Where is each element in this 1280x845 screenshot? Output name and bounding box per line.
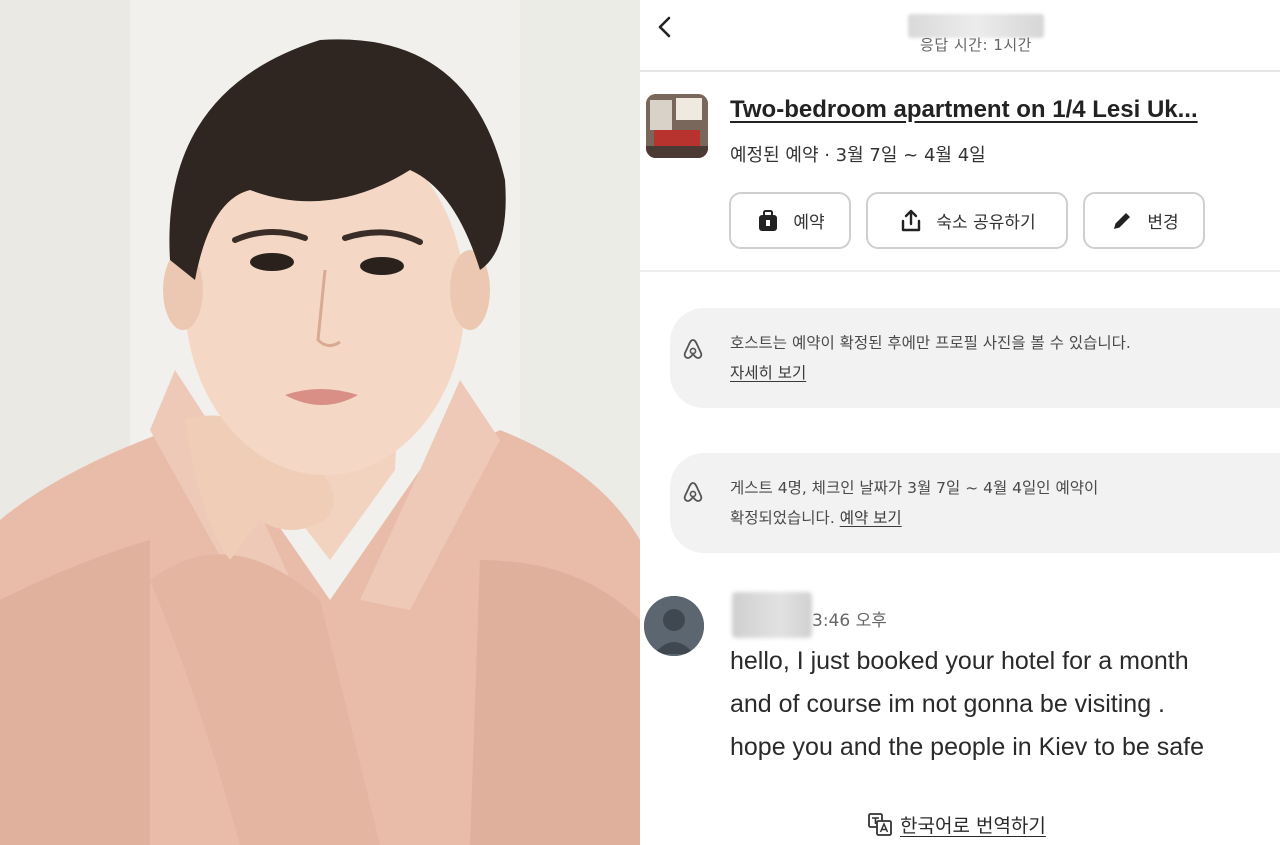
pencil-icon (1114, 212, 1131, 229)
message-body: hello, I just booked your hotel for a mo… (730, 640, 1280, 769)
listing-photo (646, 94, 708, 158)
edit-label: 변경 (1147, 213, 1179, 233)
message-time: 3:46 오후 (812, 611, 887, 631)
share-listing-label: 숙소 공유하기 (936, 213, 1036, 233)
response-time: 응답 시간: 1시간 (920, 36, 1032, 54)
reservation-label: 예약 (793, 213, 825, 233)
chat-screen: 응답 시간: 1시간 Two-bedroom apartment on 1/4 … (640, 0, 1280, 845)
translate-icon (868, 813, 892, 836)
share-listing-button[interactable]: 숙소 공유하기 (866, 192, 1068, 249)
listing-title[interactable]: Two-bedroom apartment on 1/4 Lesi Uk... (730, 96, 1280, 124)
chevron-left-icon (658, 16, 671, 38)
sender-avatar[interactable] (644, 596, 704, 656)
airbnb-logo-icon (683, 339, 703, 359)
listing-thumbnail[interactable] (646, 94, 708, 158)
system-notice-profile-photo: 호스트는 예약이 확정된 후에만 프로필 사진을 볼 수 있습니다. 자세히 보… (670, 308, 1280, 408)
message-line: hello, I just booked your hotel for a mo… (730, 647, 1189, 675)
header-divider (640, 70, 1280, 72)
message-line: hope you and the people in Kiev to be sa… (730, 733, 1204, 761)
sender-name-redacted (732, 592, 812, 638)
translate-label: 한국어로 번역하기 (900, 814, 1046, 837)
airbnb-logo-icon (683, 482, 703, 502)
notice-message: 호스트는 예약이 확정된 후에만 프로필 사진을 볼 수 있습니다. (730, 334, 1131, 352)
learn-more-link[interactable]: 자세히 보기 (730, 364, 806, 382)
share-upload-icon (902, 209, 921, 231)
view-reservation-link[interactable]: 예약 보기 (840, 509, 902, 527)
reservation-button[interactable]: 예약 (729, 192, 851, 249)
notice-text: 게스트 4명, 체크인 날짜가 3월 7일 ~ 4월 4일인 예약이 확정되었습… (730, 473, 1280, 533)
notice-message-line2: 확정되었습니다. (730, 509, 835, 527)
default-user-icon (644, 596, 704, 656)
system-notice-booking-confirmed: 게스트 4명, 체크인 날짜가 3월 7일 ~ 4월 4일인 예약이 확정되었습… (670, 453, 1280, 553)
notice-text: 호스트는 예약이 확정된 후에만 프로필 사진을 볼 수 있습니다. 자세히 보… (730, 328, 1280, 388)
section-divider (640, 270, 1280, 272)
portrait-photo (0, 0, 640, 845)
back-button[interactable] (648, 10, 682, 44)
message-line: and of course im not gonna be visiting . (730, 690, 1165, 718)
reservation-dates: 예정된 예약 · 3월 7일 ~ 4월 4일 (730, 145, 986, 166)
notice-message-line1: 게스트 4명, 체크인 날짜가 3월 7일 ~ 4월 4일인 예약이 (730, 479, 1099, 497)
translate-button[interactable]: 한국어로 번역하기 (866, 810, 1046, 838)
edit-button[interactable]: 변경 (1083, 192, 1205, 249)
suitcase-icon (759, 209, 778, 231)
portrait-illustration (0, 0, 640, 845)
